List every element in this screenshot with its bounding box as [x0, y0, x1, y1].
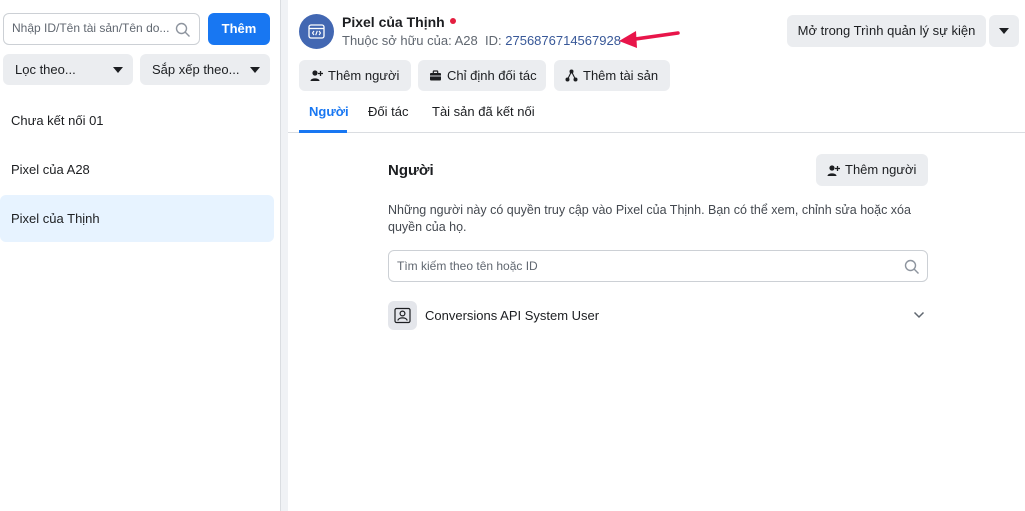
tab-people[interactable]: Người: [299, 104, 349, 133]
person-row[interactable]: Conversions API System User: [388, 301, 928, 331]
add-person-button-secondary[interactable]: Thêm người: [816, 154, 928, 186]
caret-down-icon: [250, 67, 260, 73]
search-icon[interactable]: [175, 22, 191, 38]
filter-dropdown[interactable]: Lọc theo...: [3, 54, 133, 85]
search-row: Thêm: [3, 13, 271, 45]
people-search-input[interactable]: [397, 259, 877, 273]
open-events-manager-button[interactable]: Mở trong Trình quản lý sự kiện: [787, 15, 986, 47]
page-title: Pixel của Thịnh: [342, 14, 456, 30]
people-search-box[interactable]: [388, 250, 928, 282]
asset-header: Pixel của Thịnh Thuộc sở hữu của: A28 ID…: [288, 0, 1025, 133]
assign-partner-label: Chỉ định đối tác: [447, 68, 537, 83]
asset-list: Chưa kết nối 01 Pixel của A28 Pixel của …: [0, 97, 280, 244]
section-title: Người: [388, 162, 434, 179]
person-add-icon: [827, 165, 840, 176]
caret-down-icon: [999, 28, 1009, 34]
asset-search-input[interactable]: [12, 21, 174, 35]
open-options-dropdown[interactable]: [989, 15, 1019, 47]
avatar: [388, 301, 417, 330]
add-asset-connection-button[interactable]: Thêm tài sản: [554, 60, 670, 91]
pointer-arrow-icon: [619, 31, 680, 48]
pixel-avatar: [299, 14, 334, 49]
asset-detail-panel: Pixel của Thịnh Thuộc sở hữu của: A28 ID…: [288, 0, 1025, 511]
code-window-icon: [308, 24, 325, 39]
list-item[interactable]: Chưa kết nối 01: [0, 97, 274, 144]
tab-partners[interactable]: Đối tác: [368, 104, 408, 133]
chevron-down-icon[interactable]: [913, 311, 925, 319]
asset-search-box[interactable]: [3, 13, 200, 45]
add-asset-button[interactable]: Thêm: [208, 13, 270, 45]
sort-dropdown[interactable]: Sắp xếp theo...: [140, 54, 270, 85]
network-icon: [565, 69, 578, 82]
filter-row: Lọc theo... Sắp xếp theo...: [3, 54, 271, 85]
add-person-button[interactable]: Thêm người: [299, 60, 411, 91]
sort-label: Sắp xếp theo...: [152, 62, 240, 77]
briefcase-icon: [430, 70, 441, 81]
add-asset-label: Thêm tài sản: [583, 68, 659, 83]
person-add-icon: [310, 70, 323, 81]
asset-name: Pixel của Thịnh: [342, 14, 445, 30]
asset-id[interactable]: 2756876714567928: [505, 33, 621, 48]
filter-label: Lọc theo...: [15, 62, 76, 77]
assign-partner-button[interactable]: Chỉ định đối tác: [418, 60, 546, 91]
person-name: Conversions API System User: [425, 308, 600, 323]
status-dot: [449, 18, 456, 24]
tab-connected-assets[interactable]: Tài sản đã kết nối: [432, 104, 535, 133]
section-description: Những người này có quyền truy cập vào Pi…: [388, 203, 911, 234]
id-label: ID:: [485, 33, 502, 48]
add-person-label: Thêm người: [845, 162, 917, 177]
caret-down-icon: [113, 67, 123, 73]
list-item[interactable]: Pixel của A28: [0, 146, 274, 193]
add-person-label: Thêm người: [328, 68, 400, 83]
asset-list-panel: Thêm Lọc theo... Sắp xếp theo... Chưa kế…: [0, 0, 281, 511]
system-user-icon: [394, 307, 411, 324]
asset-meta: Thuộc sở hữu của: A28 ID: 27568767145679…: [342, 33, 621, 48]
list-item-selected[interactable]: Pixel của Thịnh: [0, 195, 274, 242]
search-icon[interactable]: [904, 259, 920, 275]
owner-text: Thuộc sở hữu của: A28: [342, 33, 478, 48]
